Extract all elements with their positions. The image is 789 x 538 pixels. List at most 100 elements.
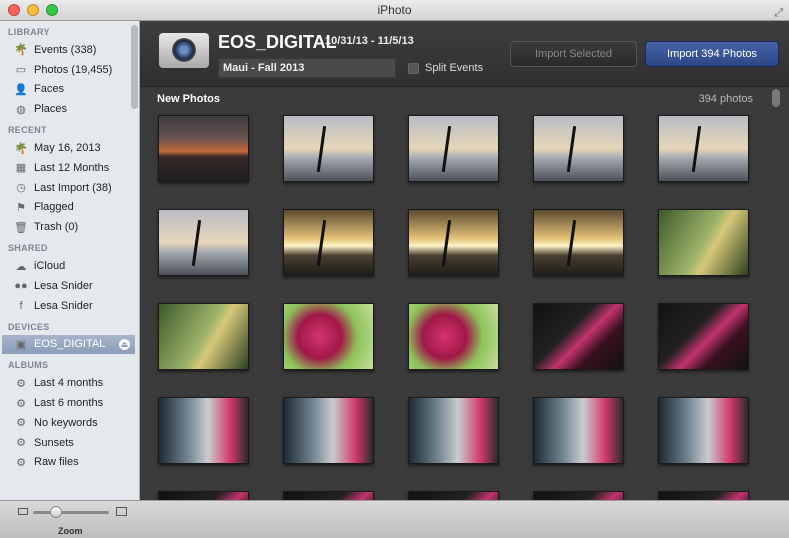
photo-thumbnail[interactable] <box>283 491 374 500</box>
sidebar-item[interactable]: ⚙ Last 4 months <box>0 373 139 393</box>
sidebar-item-label: Sunsets <box>34 436 74 449</box>
photos-bar: New Photos 394 photos <box>140 88 789 108</box>
split-events-checkbox[interactable]: Split Events <box>408 62 483 74</box>
photo-thumbnail[interactable] <box>533 397 624 464</box>
sidebar-item-label: Raw files <box>34 456 79 469</box>
photo-thumbnail[interactable] <box>158 491 249 500</box>
photo-thumbnail[interactable] <box>533 303 624 370</box>
calendar-icon: ▦ <box>15 162 27 175</box>
sidebar-item[interactable]: ⚙ No keywords <box>0 413 139 433</box>
zoom-slider[interactable] <box>33 511 109 514</box>
sidebar-item-label: Places <box>34 103 68 116</box>
sidebar-item-label: Photos (19,455) <box>34 63 113 76</box>
sidebar-item[interactable]: ◷ Last Import (38) <box>0 178 139 198</box>
photo-thumbnail[interactable] <box>408 397 499 464</box>
photo-thumbnail[interactable] <box>408 115 499 182</box>
section-title: New Photos <box>157 93 220 105</box>
large-photo-icon <box>116 507 127 516</box>
sidebar-item[interactable]: ⚙ Sunsets <box>0 433 139 453</box>
event-name-field[interactable]: Maui - Fall 2013 <box>218 58 396 78</box>
sidebar-item[interactable]: ⚑ Flagged <box>0 198 139 218</box>
zoom-button[interactable] <box>46 4 58 16</box>
photo-thumbnail[interactable] <box>658 491 749 500</box>
sidebar-item[interactable]: ▭ Photos (19,455) <box>0 60 139 80</box>
cloud-icon: ☁ <box>15 260 27 273</box>
sidebar-item[interactable]: ☁ iCloud <box>0 256 139 276</box>
small-photo-icon <box>18 508 28 515</box>
import-selected-button[interactable]: Import Selected <box>510 41 637 67</box>
photo-grid <box>140 108 789 500</box>
photo-thumbnail[interactable] <box>658 209 749 276</box>
window-title: iPhoto <box>377 3 412 17</box>
palm-icon: 🌴 <box>14 142 28 155</box>
photo-thumbnail[interactable] <box>283 115 374 182</box>
minimize-button[interactable] <box>27 4 39 16</box>
camera-icon <box>159 33 209 68</box>
sidebar-item[interactable]: f Lesa Snider <box>0 296 139 316</box>
photo-count: 394 photos <box>698 93 753 105</box>
sidebar-item[interactable]: ◍ Places <box>0 99 139 119</box>
sidebar-item-label: Events (338) <box>34 43 97 56</box>
title-bar: iPhoto ⤢ <box>0 0 789 21</box>
sidebar-item[interactable]: 🗑 Trash (0) <box>0 217 139 237</box>
sidebar-item[interactable]: ●● Lesa Snider <box>0 276 139 296</box>
flag-icon: ⚑ <box>16 201 26 214</box>
sidebar-item[interactable]: 👤 Faces <box>0 80 139 100</box>
photo-thumbnail[interactable] <box>658 397 749 464</box>
photo-thumbnail[interactable] <box>658 303 749 370</box>
camera-icon: ▣ <box>15 338 27 351</box>
smart-album-icon: ⚙ <box>16 377 26 390</box>
grid-scrollbar[interactable] <box>772 89 780 107</box>
sidebar: LIBRARY 🌴 Events (338) ▭ Photos (19,455) 👤 Fac… <box>0 21 140 500</box>
sidebar-item[interactable]: ⚙ Last 6 months <box>0 393 139 413</box>
sidebar-scrollbar[interactable] <box>131 25 138 109</box>
checkbox[interactable] <box>408 62 419 74</box>
photo-thumbnail[interactable] <box>533 115 624 182</box>
photo-thumbnail[interactable] <box>158 397 249 464</box>
date-range: 10/31/13 - 11/5/13 <box>325 35 414 47</box>
photo-thumbnail[interactable] <box>158 303 249 370</box>
sidebar-item-label: May 16, 2013 <box>34 142 101 155</box>
eject-icon[interactable]: ⏏ <box>119 338 130 350</box>
photo-thumbnail[interactable] <box>658 115 749 182</box>
sidebar-item-label: Faces <box>34 83 64 96</box>
clock-icon: ◷ <box>16 182 26 195</box>
import-header: EOS_DIGITAL 10/31/13 - 11/5/13 Maui - Fa… <box>140 21 789 87</box>
photo-thumbnail[interactable] <box>408 209 499 276</box>
sidebar-item-label: Flagged <box>34 201 74 214</box>
smart-album-icon: ⚙ <box>16 397 26 410</box>
sidebar-section-header: ALBUMS <box>8 360 49 371</box>
photo-thumbnail[interactable] <box>533 491 624 500</box>
photo-thumbnail[interactable] <box>408 491 499 500</box>
close-button[interactable] <box>8 4 20 16</box>
sidebar-section-header: SHARED <box>8 243 48 254</box>
sidebar-item-label: Last 6 months <box>34 397 104 410</box>
import-all-button[interactable]: Import 394 Photos <box>645 41 779 67</box>
globe-icon: ◍ <box>16 103 26 116</box>
sidebar-item-label: iCloud <box>34 260 66 273</box>
smart-album-icon: ⚙ <box>16 437 26 450</box>
photo-thumbnail[interactable] <box>408 303 499 370</box>
sidebar-item-label: Last Import (38) <box>34 181 112 194</box>
photo-icon: ▭ <box>15 64 27 77</box>
sidebar-section-header: LIBRARY <box>8 27 50 37</box>
sidebar-item[interactable]: 🌴 Events (338) <box>0 40 139 60</box>
sidebar-item[interactable]: 🌴 May 16, 2013 <box>0 138 139 158</box>
device-name: EOS_DIGITAL <box>218 32 337 52</box>
photo-thumbnail[interactable] <box>283 303 374 370</box>
sidebar-item[interactable]: ▦ Last 12 Months <box>0 158 139 178</box>
flickr-icon: ●● <box>14 279 28 292</box>
sidebar-section-header: DEVICES <box>8 321 50 332</box>
sidebar-item[interactable]: ⚙ Raw files <box>0 453 139 473</box>
photo-thumbnail[interactable] <box>283 397 374 464</box>
sidebar-item-label: Lesa Snider <box>34 279 93 292</box>
photo-thumbnail[interactable] <box>158 209 249 276</box>
zoom-slider-handle[interactable] <box>49 506 62 518</box>
sidebar-item-label: Last 12 Months <box>34 161 110 174</box>
palm-icon: 🌴 <box>14 44 28 57</box>
sidebar-item[interactable]: ▣ EOS_DIGITAL ⏏ <box>2 334 135 355</box>
photo-thumbnail[interactable] <box>533 209 624 276</box>
photo-thumbnail[interactable] <box>283 209 374 276</box>
photo-thumbnail[interactable] <box>158 115 249 182</box>
sidebar-item-label: Trash (0) <box>34 221 79 234</box>
